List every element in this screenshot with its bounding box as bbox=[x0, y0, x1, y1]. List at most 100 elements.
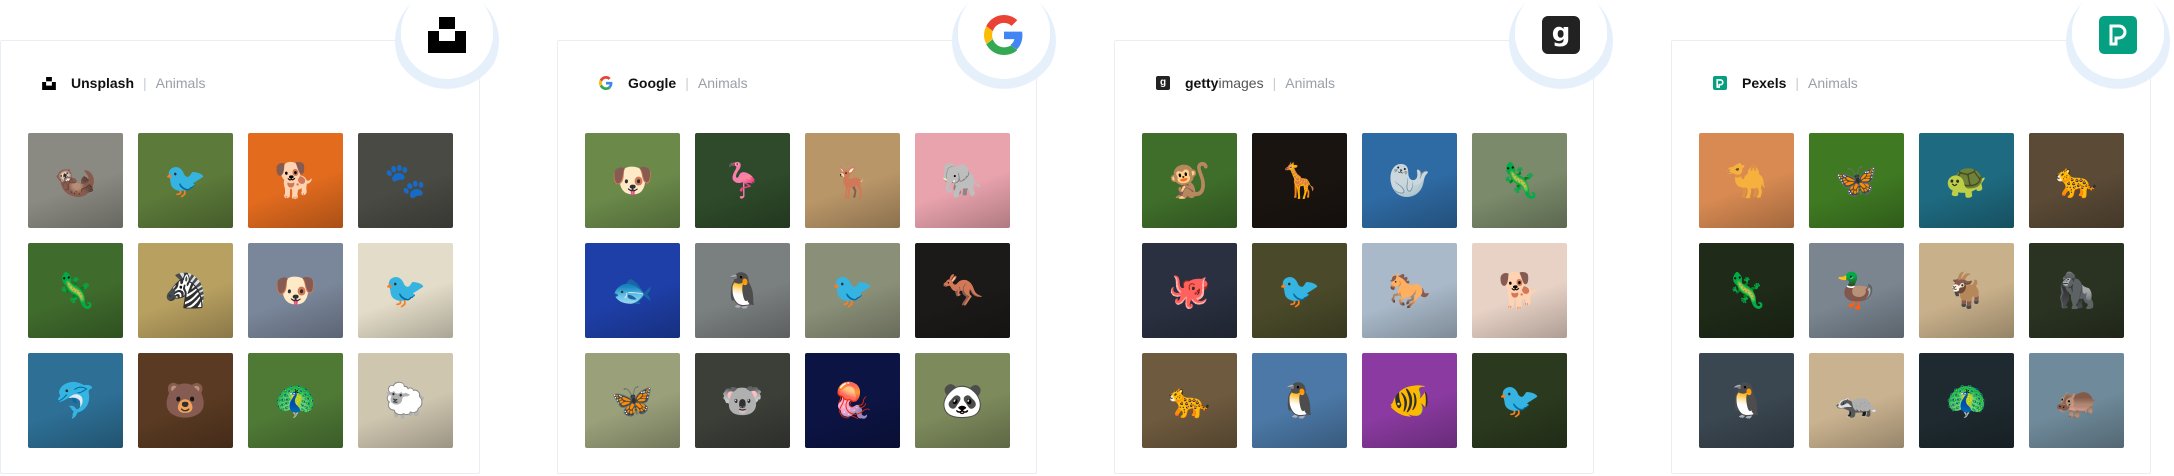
image-thumbnail[interactable]: 🦒 bbox=[1252, 133, 1347, 228]
animal-icon: 🐦 bbox=[831, 271, 874, 310]
image-thumbnail[interactable]: 🐟 bbox=[585, 243, 680, 338]
gettyimages-logo-icon: g bbox=[1542, 15, 1580, 54]
image-thumbnail[interactable]: 🐒 bbox=[1142, 133, 1237, 228]
image-thumbnail[interactable]: 🐦 bbox=[138, 133, 233, 228]
image-grid: 🦦 🐦 🐕 🐾 🦎 🦓 🐶 🐦 🐬 🐻 🦚 🐑 bbox=[28, 133, 453, 448]
animal-icon: 🐦 bbox=[1498, 381, 1541, 420]
image-thumbnail[interactable]: 🐕 bbox=[248, 133, 343, 228]
animal-icon: 🐕 bbox=[274, 161, 317, 200]
image-thumbnail[interactable]: 🦎 bbox=[1699, 243, 1794, 338]
image-thumbnail[interactable]: 🦓 bbox=[138, 243, 233, 338]
source-name[interactable]: Pexels bbox=[1742, 75, 1786, 91]
animal-icon: 🐕 bbox=[1498, 271, 1541, 310]
image-thumbnail[interactable]: 🦛 bbox=[2029, 353, 2124, 448]
image-thumbnail[interactable]: 🐧 bbox=[1252, 353, 1347, 448]
google-logo-icon bbox=[984, 14, 1023, 55]
image-thumbnail[interactable]: 🐘 bbox=[915, 133, 1010, 228]
image-thumbnail[interactable]: 🦦 bbox=[28, 133, 123, 228]
pexels-header: Pexels | Animals bbox=[1712, 75, 1858, 91]
animal-icon: 🐶 bbox=[611, 161, 654, 200]
animal-icon: 🦒 bbox=[1278, 161, 1321, 200]
google-logo-small-icon bbox=[598, 75, 614, 91]
unsplash-logo-small-icon bbox=[41, 75, 57, 91]
google-badge bbox=[952, 0, 1056, 93]
image-thumbnail[interactable]: 🐆 bbox=[2029, 133, 2124, 228]
image-thumbnail[interactable]: 🪼 bbox=[805, 353, 900, 448]
image-thumbnail[interactable]: 🦋 bbox=[1809, 133, 1904, 228]
image-thumbnail[interactable]: 🐙 bbox=[1142, 243, 1237, 338]
image-thumbnail[interactable]: 🦎 bbox=[1472, 133, 1567, 228]
unsplash-card: Unsplash | Animals 🦦 🐦 🐕 🐾 🦎 🦓 🐶 🐦 🐬 🐻 🦚 🐑 bbox=[0, 0, 499, 474]
image-thumbnail[interactable]: 🐦 bbox=[805, 243, 900, 338]
category-label[interactable]: Animals bbox=[1808, 75, 1858, 91]
image-thumbnail[interactable]: 🦩 bbox=[695, 133, 790, 228]
animal-icon: 🐧 bbox=[1725, 381, 1768, 420]
animal-icon: 🦋 bbox=[611, 381, 654, 420]
gettyimages-logo-small-icon: g bbox=[1155, 75, 1171, 91]
animal-icon: 🐦 bbox=[1278, 271, 1321, 310]
image-thumbnail[interactable]: 🦍 bbox=[2029, 243, 2124, 338]
image-thumbnail[interactable]: 🐦 bbox=[358, 243, 453, 338]
image-thumbnail[interactable]: 🦡 bbox=[1809, 353, 1904, 448]
unsplash-badge-circle bbox=[410, 0, 484, 72]
image-thumbnail[interactable]: 🦌 bbox=[805, 133, 900, 228]
category-label[interactable]: Animals bbox=[156, 75, 206, 91]
gettyimages-badge: g bbox=[1509, 0, 1613, 93]
animal-icon: 🦎 bbox=[54, 271, 97, 310]
image-thumbnail[interactable]: 🐶 bbox=[585, 133, 680, 228]
unsplash-badge bbox=[395, 0, 499, 93]
source-name-bold: getty bbox=[1185, 75, 1219, 91]
image-thumbnail[interactable]: 🦚 bbox=[248, 353, 343, 448]
image-thumbnail[interactable]: 🦎 bbox=[28, 243, 123, 338]
animal-icon: 🦎 bbox=[1498, 161, 1541, 200]
image-thumbnail[interactable]: 🐆 bbox=[1142, 353, 1237, 448]
image-thumbnail[interactable]: 🦘 bbox=[915, 243, 1010, 338]
image-thumbnail[interactable]: 🦚 bbox=[1919, 353, 2014, 448]
image-thumbnail[interactable]: 🐼 bbox=[915, 353, 1010, 448]
image-thumbnail[interactable]: 🐠 bbox=[1362, 353, 1457, 448]
animal-icon: 🦦 bbox=[54, 161, 97, 200]
source-name[interactable]: Unsplash bbox=[71, 75, 134, 91]
image-thumbnail[interactable]: 🐎 bbox=[1362, 243, 1457, 338]
image-grid: 🐒 🦒 🦭 🦎 🐙 🐦 🐎 🐕 🐆 🐧 🐠 🐦 bbox=[1142, 133, 1567, 448]
image-thumbnail[interactable]: 🐻 bbox=[138, 353, 233, 448]
animal-icon: 🐢 bbox=[1945, 161, 1988, 200]
image-thumbnail[interactable]: 🐬 bbox=[28, 353, 123, 448]
image-thumbnail[interactable]: 🐧 bbox=[695, 243, 790, 338]
image-thumbnail[interactable]: 🐶 bbox=[248, 243, 343, 338]
animal-icon: 🐶 bbox=[274, 271, 317, 310]
image-thumbnail[interactable]: 🐧 bbox=[1699, 353, 1794, 448]
source-name[interactable]: gettyimages bbox=[1185, 75, 1264, 91]
image-thumbnail[interactable]: 🐨 bbox=[695, 353, 790, 448]
image-thumbnail[interactable]: 🐑 bbox=[358, 353, 453, 448]
image-thumbnail[interactable]: 🐾 bbox=[358, 133, 453, 228]
separator: | bbox=[143, 75, 147, 91]
animal-icon: 🐟 bbox=[611, 271, 654, 310]
animal-icon: 🐦 bbox=[384, 271, 427, 310]
gettyimages-badge-circle: g bbox=[1524, 0, 1598, 72]
image-thumbnail[interactable]: 🐪 bbox=[1699, 133, 1794, 228]
animal-icon: 🐆 bbox=[1168, 381, 1211, 420]
source-name[interactable]: Google bbox=[628, 75, 676, 91]
image-thumbnail[interactable]: 🦆 bbox=[1809, 243, 1904, 338]
animal-icon: 🐧 bbox=[1278, 381, 1321, 420]
image-thumbnail[interactable]: 🐦 bbox=[1472, 353, 1567, 448]
animal-icon: 🐻 bbox=[164, 381, 207, 420]
image-thumbnail[interactable]: 🐕 bbox=[1472, 243, 1567, 338]
animal-icon: 🐎 bbox=[1388, 271, 1431, 310]
image-thumbnail[interactable]: 🐢 bbox=[1919, 133, 2014, 228]
category-label[interactable]: Animals bbox=[1285, 75, 1335, 91]
animal-icon: 🦘 bbox=[941, 271, 984, 310]
image-thumbnail[interactable]: 🦭 bbox=[1362, 133, 1457, 228]
pexels-badge-circle bbox=[2081, 0, 2155, 72]
animal-icon: 🦛 bbox=[2055, 381, 2098, 420]
image-thumbnail[interactable]: 🐦 bbox=[1252, 243, 1347, 338]
separator: | bbox=[1795, 75, 1800, 91]
google-header: Google | Animals bbox=[598, 75, 748, 91]
category-label[interactable]: Animals bbox=[698, 75, 748, 91]
image-thumbnail[interactable]: 🐐 bbox=[1919, 243, 2014, 338]
image-thumbnail[interactable]: 🦋 bbox=[585, 353, 680, 448]
animal-icon: 🐐 bbox=[1945, 271, 1988, 310]
animal-icon: 🐬 bbox=[54, 381, 97, 420]
pexels-card: Pexels | Animals 🐪 🦋 🐢 🐆 🦎 🦆 🐐 🦍 🐧 🦡 🦚 🦛 bbox=[1671, 0, 2170, 474]
